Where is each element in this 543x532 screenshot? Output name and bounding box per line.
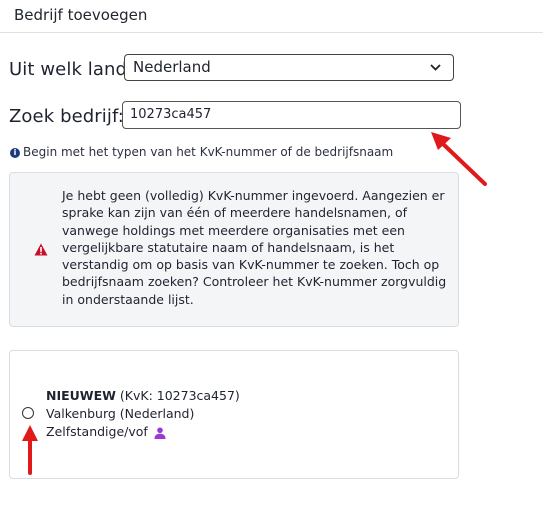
result-radio[interactable] [22,407,34,419]
user-icon [154,427,166,439]
country-label: Uit welk land: [9,59,134,80]
company-search-value: 10273ca457 [130,107,212,122]
company-type: Zelfstandige/vof [46,424,148,439]
warning-icon [34,243,48,256]
page-title: Bedrijf toevoegen [14,6,148,24]
search-result-item[interactable]: NIEUWEW (KvK: 10273ca457) Valkenburg (Ne… [9,350,459,479]
header: Bedrijf toevoegen [0,0,543,33]
annotation-arrow-icon [22,425,38,475]
result-details: NIEUWEW (KvK: 10273ca457) Valkenburg (Ne… [46,387,240,441]
company-name: NIEUWEW [46,388,116,403]
company-search-input[interactable]: 10273ca457 [122,101,461,129]
hint: i Begin met het typen van het KvK-nummer … [10,145,393,159]
info-icon: i [10,147,20,158]
hint-text: Begin met het typen van het KvK-nummer o… [23,145,394,159]
chevron-down-icon [430,64,441,71]
search-label: Zoek bedrijf: [9,106,124,127]
company-location: Valkenburg (Nederland) [46,406,195,421]
company-kvk: (KvK: 10273ca457) [119,388,240,403]
annotation-arrow-icon [431,132,487,186]
country-select[interactable]: Nederland [124,54,454,81]
warning-text: Je hebt geen (volledig) KvK-nummer ingev… [62,188,447,307]
country-select-value: Nederland [133,58,211,76]
warning-box: Je hebt geen (volledig) KvK-nummer ingev… [9,172,459,327]
